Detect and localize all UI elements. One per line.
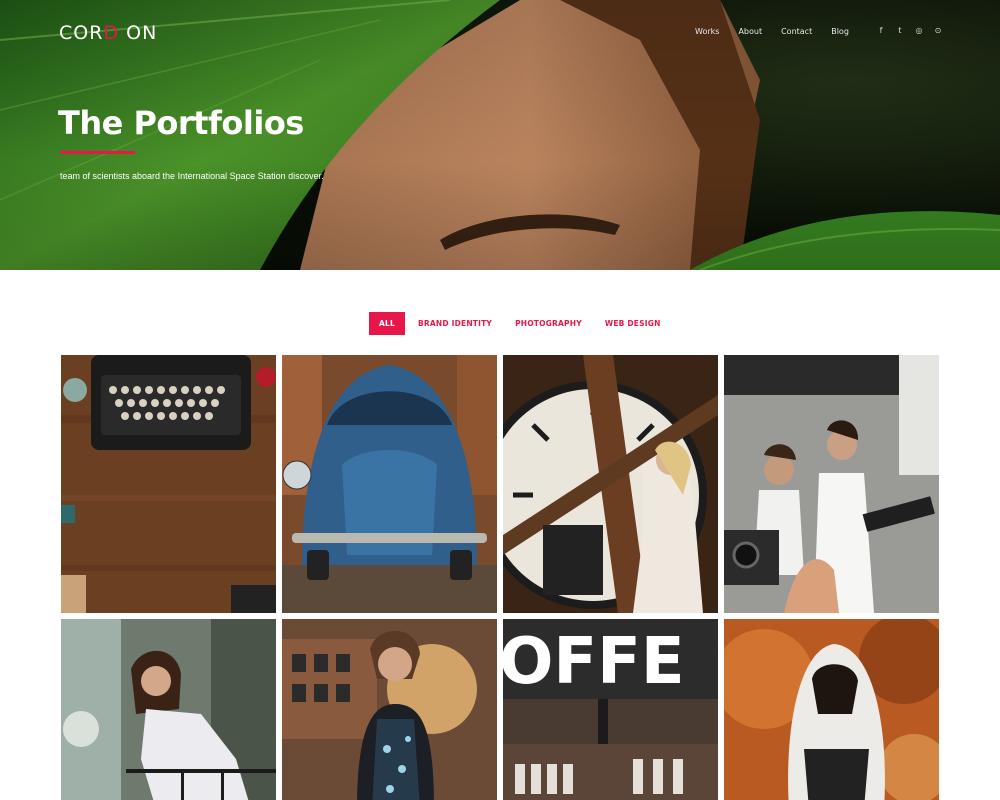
logo-text-left: COR — [59, 22, 104, 44]
title-underline — [60, 151, 135, 154]
nav-link-works[interactable]: Works — [695, 27, 719, 36]
portfolio-filter-tabs: ALL BRAND IDENTITY PHOTOGRAPHY WEB DESIG… — [369, 312, 674, 335]
logo-text-accent: D — [103, 22, 120, 44]
logo-text-right: ON — [119, 22, 158, 44]
typewriter-photo — [61, 355, 276, 613]
sunset-portrait-photo — [282, 619, 497, 800]
balcony-woman-photo — [61, 619, 276, 800]
portfolio-item-typewriter[interactable] — [61, 355, 276, 613]
filter-tab-photography[interactable]: PHOTOGRAPHY — [505, 312, 592, 335]
hero-subtitle: team of scientists aboard the Internatio… — [60, 171, 324, 181]
hoodie-smoke-photo — [724, 619, 939, 800]
portfolio-item-blue-car[interactable] — [282, 355, 497, 613]
portfolio-item-balcony-woman[interactable] — [61, 619, 276, 800]
blue-car-photo — [282, 355, 497, 613]
nav-link-contact[interactable]: Contact — [781, 27, 812, 36]
filter-tab-all[interactable]: ALL — [369, 312, 405, 335]
facebook-icon[interactable]: f — [876, 26, 886, 36]
photoshoot-photo — [724, 355, 939, 613]
twitter-icon[interactable]: t — [895, 26, 905, 36]
portfolio-item-coffee-sign[interactable]: OFFE — [503, 619, 718, 800]
portfolio-item-sunset-portrait[interactable] — [282, 619, 497, 800]
pinterest-icon[interactable]: ⊙ — [933, 26, 943, 36]
filter-tab-web-design[interactable]: WEB DESIGN — [595, 312, 671, 335]
coffee-sign-photo: OFFE — [503, 619, 718, 800]
page-title: The Portfolios — [58, 104, 304, 142]
coffee-sign-text: OFFE — [503, 625, 685, 699]
social-links: f t ◎ ⊙ — [876, 26, 943, 36]
nav-link-about[interactable]: About — [738, 27, 762, 36]
hero-banner: CORD ON Works About Contact Blog f t ◎ ⊙… — [0, 0, 1000, 270]
portfolio-item-hoodie-smoke[interactable] — [724, 619, 939, 800]
clock-tower-photo — [503, 355, 718, 613]
portfolio-item-clock-tower[interactable] — [503, 355, 718, 613]
portfolio-item-photoshoot[interactable] — [724, 355, 939, 613]
site-logo[interactable]: CORD ON — [59, 22, 157, 44]
filter-tab-brand-identity[interactable]: BRAND IDENTITY — [408, 312, 502, 335]
instagram-icon[interactable]: ◎ — [914, 26, 924, 36]
main-nav: Works About Contact Blog — [695, 27, 868, 36]
nav-link-blog[interactable]: Blog — [831, 27, 849, 36]
